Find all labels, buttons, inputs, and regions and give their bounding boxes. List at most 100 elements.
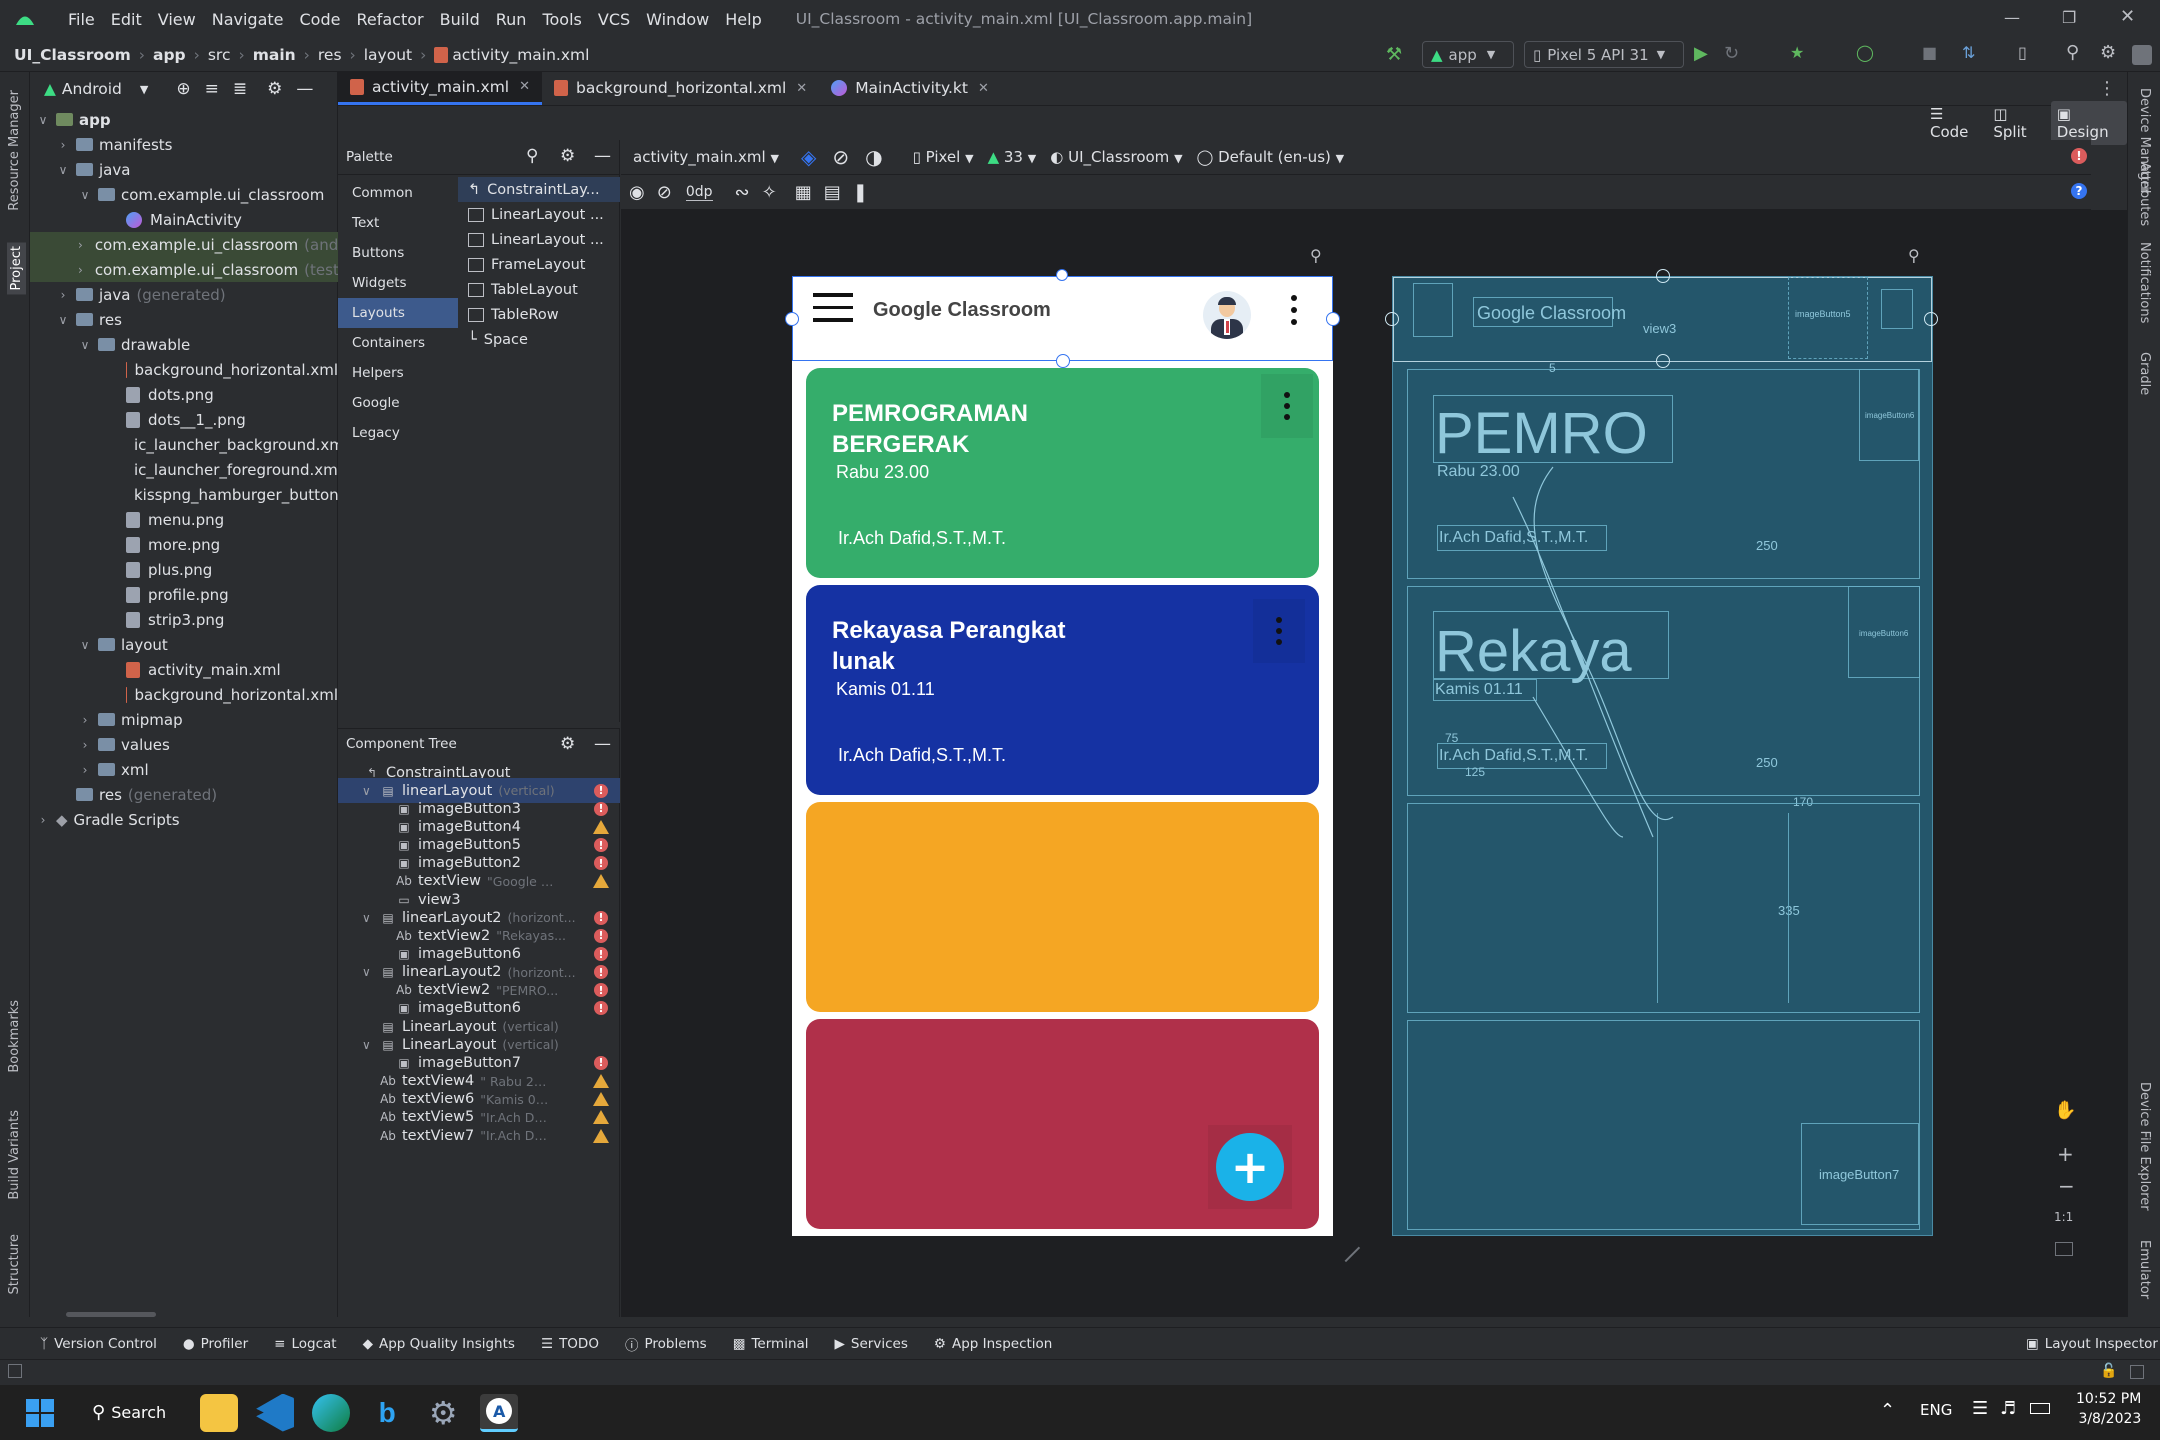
project-tab[interactable]: Project	[7, 242, 26, 295]
taskbar-search[interactable]: ⚲ Search	[92, 1402, 166, 1423]
memory-indicator-icon[interactable]	[2130, 1365, 2144, 1379]
android-studio-taskbar-icon[interactable]: A	[480, 1393, 519, 1432]
palette-item-constraintlayout[interactable]: ↰ ConstraintLay...	[458, 177, 620, 202]
volume-icon[interactable]: ♬	[2000, 1398, 2016, 1419]
file-explorer-icon[interactable]	[200, 1393, 239, 1432]
tree-item-layout[interactable]: ∨ layout	[30, 632, 338, 657]
services-tab[interactable]: ▶ Services	[835, 1336, 908, 1352]
restore-icon[interactable]: ❐	[2062, 8, 2076, 27]
zoom-out-icon[interactable]: −	[2058, 1174, 2075, 1198]
notifications-tab[interactable]: Notifications	[2137, 242, 2152, 323]
hamburger-menu-icon[interactable]	[813, 293, 853, 323]
palette-category-legacy[interactable]: Legacy	[338, 418, 458, 448]
warning-icon[interactable]	[593, 1128, 609, 1143]
settings-app-icon[interactable]: ⚙	[424, 1394, 462, 1432]
tab-background-horizontal[interactable]: background_horizontal.xml ✕	[542, 71, 819, 105]
version-control-tab[interactable]: ᛉ Version Control	[40, 1336, 157, 1352]
device-file-explorer-tab[interactable]: Device File Explorer	[2137, 1082, 2152, 1211]
resize-handle-top[interactable]	[1056, 269, 1068, 281]
breadcrumb-src[interactable]: src	[208, 46, 231, 64]
palette-item-framelayout[interactable]: FrameLayout	[458, 252, 620, 277]
blueprint-preview[interactable]: Google Classroom view3 imageButton5 PEMR…	[1385, 269, 1938, 1236]
menu-file[interactable]: File	[68, 10, 95, 29]
palette-category-helpers[interactable]: Helpers	[338, 358, 458, 388]
input-language[interactable]: ENG	[1920, 1401, 1952, 1419]
bing-icon[interactable]: b	[368, 1394, 406, 1432]
expand-all-icon[interactable]: ≣	[233, 79, 247, 99]
palette-category-widgets[interactable]: Widgets	[338, 268, 458, 298]
logcat-tab[interactable]: ≡ Logcat	[274, 1336, 336, 1352]
search-icon[interactable]: ⚲	[2066, 42, 2079, 63]
menu-tools[interactable]: Tools	[542, 10, 581, 29]
help-icon[interactable]: ?	[2071, 183, 2087, 199]
menu-refactor[interactable]: Refactor	[356, 10, 423, 29]
run-icon[interactable]: ▶	[1694, 43, 1708, 64]
layout-inspector-tab[interactable]: ▣ Layout Inspector	[2026, 1336, 2158, 1352]
palette-category-common[interactable]: Common	[338, 178, 458, 208]
palette-item-linearlayout-v[interactable]: LinearLayout ...	[458, 227, 620, 252]
menu-view[interactable]: View	[158, 10, 196, 29]
menu-navigate[interactable]: Navigate	[212, 10, 284, 29]
breadcrumb-main[interactable]: main	[253, 46, 296, 64]
zoom-fit-icon[interactable]	[2055, 1242, 2073, 1256]
resource-manager-tab[interactable]: Resource Manager	[7, 90, 22, 211]
tree-item-drawable[interactable]: ∨ drawable	[30, 332, 338, 357]
tree-item-file[interactable]: activity_main.xml	[30, 657, 338, 682]
tree-item-file[interactable]: profile.png	[30, 582, 338, 607]
windows-start-icon[interactable]	[26, 1398, 54, 1427]
phone-preview[interactable]: Google Classroom PEMROGRAMAN BERGERAK Ra…	[785, 269, 1340, 1236]
breadcrumb-project[interactable]: UI_Classroom	[14, 46, 131, 64]
tree-item-file[interactable]: plus.png	[30, 557, 338, 582]
tree-item-file[interactable]: ic_launcher_foreground.xml(	[30, 457, 338, 482]
resize-handle-right[interactable]	[1326, 312, 1340, 326]
tree-item-java[interactable]: ∨ java	[30, 157, 338, 182]
palette-category-text[interactable]: Text	[338, 208, 458, 238]
tab-activity-main[interactable]: activity_main.xml ✕	[338, 71, 543, 105]
search-icon[interactable]: ⚲	[526, 146, 538, 166]
pan-hand-icon[interactable]: ✋	[2054, 1100, 2076, 1121]
zoom-in-icon[interactable]: +	[2057, 1142, 2074, 1166]
emulator-tab[interactable]: Emulator	[2137, 1240, 2152, 1299]
card-more-options-icon[interactable]	[1261, 374, 1313, 438]
profiler-tab[interactable]: ● Profiler	[183, 1336, 248, 1352]
breadcrumb-layout[interactable]: layout	[364, 46, 412, 64]
build-variants-tab[interactable]: Build Variants	[7, 1110, 22, 1200]
tree-item-mipmap[interactable]: › mipmap	[30, 707, 338, 732]
tree-item-file[interactable]: dots__1_.png	[30, 407, 338, 432]
minimize-icon[interactable]: —	[2004, 8, 2020, 27]
device-select[interactable]: ▯ Pixel 5 API 31 ▼	[1524, 41, 1684, 68]
breadcrumb-res[interactable]: res	[318, 46, 342, 64]
design-mode-button[interactable]: ▣ Design	[2050, 101, 2127, 145]
status-toggle-icon[interactable]	[8, 1364, 22, 1378]
tree-item-file[interactable]: background_horizontal.xml	[30, 357, 338, 382]
app-toolbar[interactable]: Google Classroom	[785, 269, 1340, 368]
gradle-tab[interactable]: Gradle	[2137, 352, 2152, 395]
palette-item-tablelayout[interactable]: TableLayout	[458, 277, 620, 302]
menu-code[interactable]: Code	[300, 10, 341, 29]
palette-item-tablerow[interactable]: TableRow	[458, 302, 620, 327]
settings-gear-icon[interactable]: ⚙	[2100, 42, 2116, 63]
pack-icon[interactable]: ▦	[795, 182, 812, 203]
tree-item-res[interactable]: ∨ res	[30, 307, 338, 332]
menu-edit[interactable]: Edit	[111, 10, 142, 29]
project-view-select[interactable]: Android	[62, 80, 122, 98]
tree-item-file[interactable]: dots.png	[30, 382, 338, 407]
palette-category-layouts[interactable]: Layouts	[338, 298, 458, 328]
palette-category-buttons[interactable]: Buttons	[338, 238, 458, 268]
class-card-2[interactable]: Rekayasa Perangkat lunak Kamis 01.11 Ir.…	[806, 585, 1319, 795]
zoom-1to1-button[interactable]: 1:1	[2054, 1210, 2073, 1224]
chevron-down-icon[interactable]: ▼	[140, 83, 148, 96]
horizontal-scrollbar[interactable]	[66, 1312, 156, 1317]
palette-category-google[interactable]: Google	[338, 388, 458, 418]
code-mode-button[interactable]: ☰ Code	[1930, 105, 1981, 141]
more-options-icon[interactable]	[1289, 295, 1299, 325]
menu-window[interactable]: Window	[646, 10, 709, 29]
close-tab-icon[interactable]: ✕	[796, 81, 807, 96]
problems-tab[interactable]: ⓘ Problems	[625, 1334, 707, 1354]
hide-panel-icon[interactable]: —	[594, 734, 611, 754]
terminal-tab[interactable]: ▩ Terminal	[733, 1336, 809, 1352]
debug-icon[interactable]: ★	[1790, 43, 1804, 62]
align-icon[interactable]: ▤	[824, 182, 841, 203]
tree-item-file[interactable]: kisspng_hamburger_button_r	[30, 482, 338, 507]
tree-item-java-generated[interactable]: › java (generated)	[30, 282, 338, 307]
